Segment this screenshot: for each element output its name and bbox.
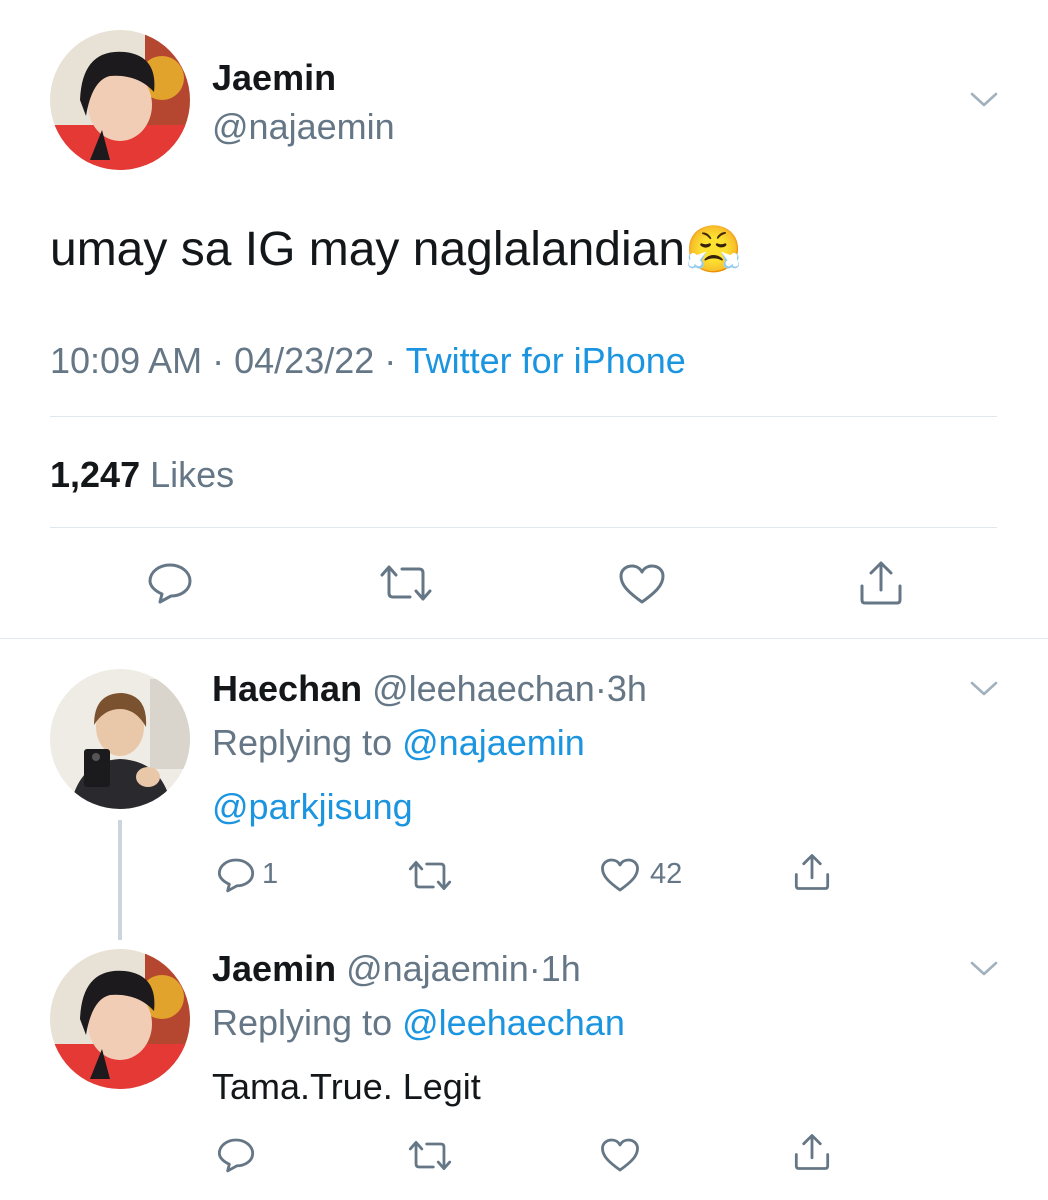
huffing-face-emoji: 😤 [685, 223, 743, 275]
chevron-down-icon[interactable] [968, 957, 1000, 979]
tweet-source-link[interactable]: Twitter for iPhone [406, 340, 686, 381]
retweet-icon[interactable] [407, 1139, 453, 1172]
like-icon[interactable] [618, 563, 666, 605]
avatar[interactable] [50, 30, 190, 170]
avatar[interactable] [50, 669, 190, 809]
tweet-meta: 10:09 AM · 04/23/22 · Twitter for iPhone [50, 340, 686, 382]
reply-author-handle[interactable]: @leehaechan [372, 668, 595, 709]
avatar[interactable] [50, 949, 190, 1089]
chevron-down-icon[interactable] [968, 88, 1000, 110]
tweet-text: umay sa IG may naglalandian😤 [50, 222, 742, 277]
meta-separator: · [594, 668, 607, 709]
reply-author-name[interactable]: Jaemin [212, 948, 336, 989]
reply-icon[interactable] [146, 561, 194, 605]
reply-time: 1h [540, 948, 581, 989]
retweet-icon[interactable] [407, 859, 453, 892]
replying-to-label: Replying to [212, 1002, 393, 1043]
share-icon[interactable] [857, 560, 905, 606]
share-icon[interactable] [792, 853, 832, 891]
tweet-date: 04/23/22 [234, 340, 375, 381]
meta-separator: · [212, 340, 225, 381]
replying-to: Replying to @najaemin [212, 722, 585, 764]
tweet-text-content: umay sa IG may naglalandian [50, 223, 686, 276]
share-icon[interactable] [792, 1133, 832, 1171]
section-divider [0, 638, 1048, 639]
chevron-down-icon[interactable] [968, 677, 1000, 699]
reply-header: Jaemin @najaemin·1h [212, 948, 581, 990]
likes-count: 1,247 [50, 454, 141, 495]
like-icon[interactable] [600, 1137, 640, 1173]
reply-text: Tama.True. Legit [212, 1066, 481, 1107]
likes-label: Likes [150, 454, 235, 495]
divider [50, 527, 997, 528]
replying-to: Replying to @leehaechan [212, 1002, 625, 1044]
likes-stat[interactable]: 1,247 Likes [50, 454, 234, 496]
meta-separator: · [528, 948, 541, 989]
tweet-time: 10:09 AM [50, 340, 203, 381]
retweet-icon[interactable] [378, 563, 434, 603]
reply-author-handle[interactable]: @najaemin [346, 948, 529, 989]
replying-to-label: Replying to [212, 722, 393, 763]
author-name[interactable]: Jaemin [212, 57, 336, 99]
reply-count: 1 [262, 858, 279, 890]
thread-line [118, 820, 122, 940]
divider [50, 416, 997, 417]
reply-icon[interactable] [216, 856, 256, 894]
reply-icon[interactable] [216, 1136, 256, 1174]
replying-to-mention[interactable]: @leehaechan [402, 1002, 625, 1043]
reply-text[interactable]: @parkjisung [212, 786, 413, 828]
replying-to-mention[interactable]: @najaemin [402, 722, 585, 763]
reply-time: 3h [606, 668, 647, 709]
reply-author-name[interactable]: Haechan [212, 668, 362, 709]
like-icon[interactable] [600, 857, 640, 893]
like-count: 42 [650, 858, 683, 890]
reply-header: Haechan @leehaechan·3h [212, 668, 647, 710]
meta-separator: · [384, 340, 397, 381]
author-handle[interactable]: @najaemin [212, 106, 395, 148]
